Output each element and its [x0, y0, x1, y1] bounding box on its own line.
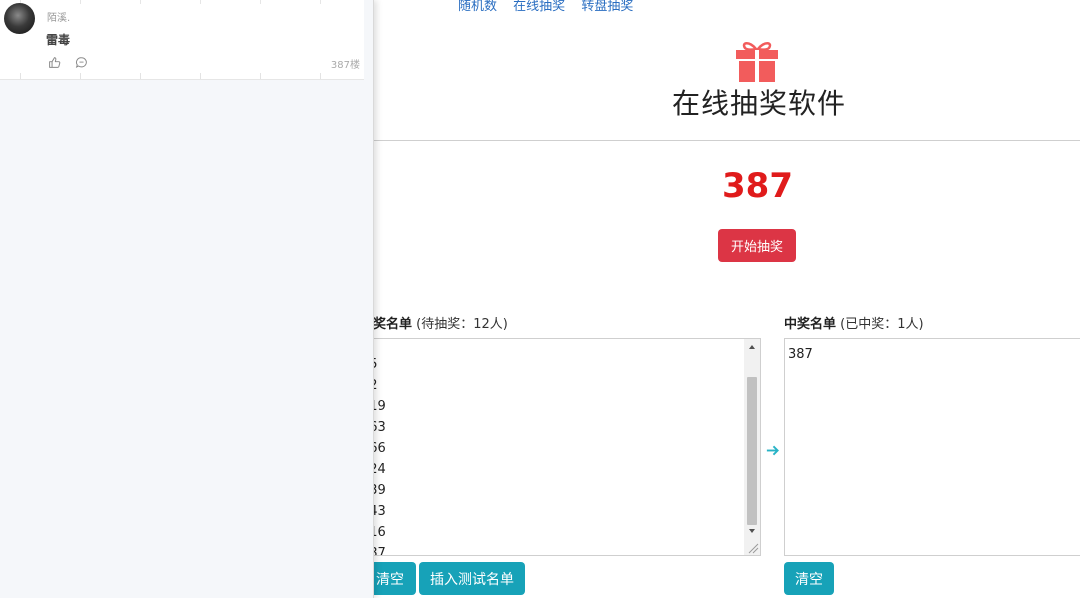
ruler-top: [0, 0, 364, 5]
scroll-up-icon[interactable]: [744, 339, 760, 355]
winners-status: (已中奖：1人): [840, 317, 924, 332]
avatar[interactable]: [4, 3, 35, 34]
winners-title: 中奖名单: [784, 317, 837, 332]
winners-textarea[interactable]: 387: [784, 338, 1080, 556]
arrow-right-icon: [766, 445, 779, 456]
resize-grip-icon[interactable]: [744, 539, 760, 555]
pool-scrollbar[interactable]: [744, 339, 760, 555]
comment-panel: 陌溪. 雷毒 387楼: [0, 0, 374, 598]
winner-entry: 387: [788, 347, 813, 362]
comment-floor: 387楼: [330, 60, 360, 71]
insert-test-list-button[interactable]: 插入测试名单: [419, 562, 525, 595]
comment-text: 雷毒: [46, 33, 71, 47]
thumbs-up-icon[interactable]: [48, 56, 61, 69]
nav-random-number[interactable]: 随机数: [458, 0, 497, 14]
start-draw-button[interactable]: 开始抽奖: [718, 229, 796, 262]
divider: [374, 140, 1080, 141]
pool-status: (待抽奖：12人): [416, 317, 508, 332]
gift-icon: [736, 42, 778, 82]
nav-wheel-lottery[interactable]: 转盘抽奖: [581, 0, 633, 14]
pool-textarea[interactable]: 1 35 92 119 163 166 224 239 243 316 387: [355, 338, 761, 556]
clear-winners-button[interactable]: 清空: [784, 562, 834, 595]
ruler-bottom: [0, 73, 364, 80]
draw-result: 387: [722, 166, 793, 206]
top-nav: 随机数 在线抽奖 转盘抽奖: [458, 0, 645, 14]
scroll-down-icon[interactable]: [744, 523, 760, 539]
pool-label: 抽奖名单 (待抽奖：12人): [360, 313, 508, 332]
nav-online-lottery[interactable]: 在线抽奖: [513, 0, 565, 14]
comment-icon[interactable]: [75, 56, 88, 69]
page-title: 在线抽奖软件: [672, 87, 847, 120]
winners-list: 387: [788, 344, 813, 365]
scroll-thumb[interactable]: [747, 377, 757, 525]
comment-card: 陌溪. 雷毒 387楼: [0, 0, 364, 80]
winners-label: 中奖名单 (已中奖：1人): [784, 313, 924, 332]
comment-username[interactable]: 陌溪.: [47, 9, 70, 24]
